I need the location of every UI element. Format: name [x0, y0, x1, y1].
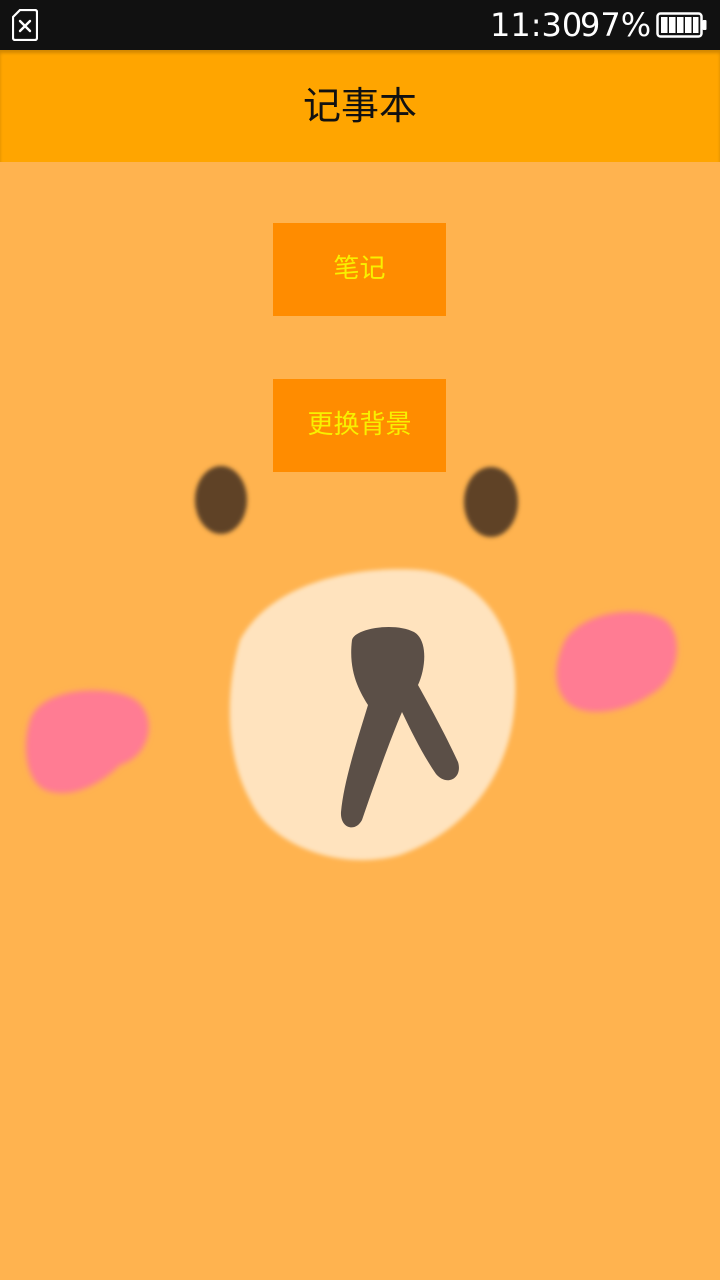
change-background-button[interactable]: 更换背景 — [273, 379, 446, 472]
bear-left-eye — [195, 466, 247, 534]
no-sim-icon — [12, 9, 38, 41]
notes-button[interactable]: 笔记 — [273, 223, 446, 316]
status-bar: 11:30 97% — [0, 0, 720, 50]
battery-icon — [656, 12, 707, 38]
app-title: 记事本 — [302, 84, 417, 128]
bear-face-background — [25, 466, 677, 861]
status-time: 11:30 — [490, 6, 583, 44]
bear-right-eye — [464, 467, 518, 537]
app-bar: 记事本 — [0, 50, 720, 162]
screen: 11:30 97% 记事本 笔记 更换背景 — [0, 0, 720, 1280]
bear-left-cheek — [25, 690, 149, 794]
battery-percentage: 97% — [580, 6, 652, 44]
bear-right-cheek — [556, 611, 677, 712]
